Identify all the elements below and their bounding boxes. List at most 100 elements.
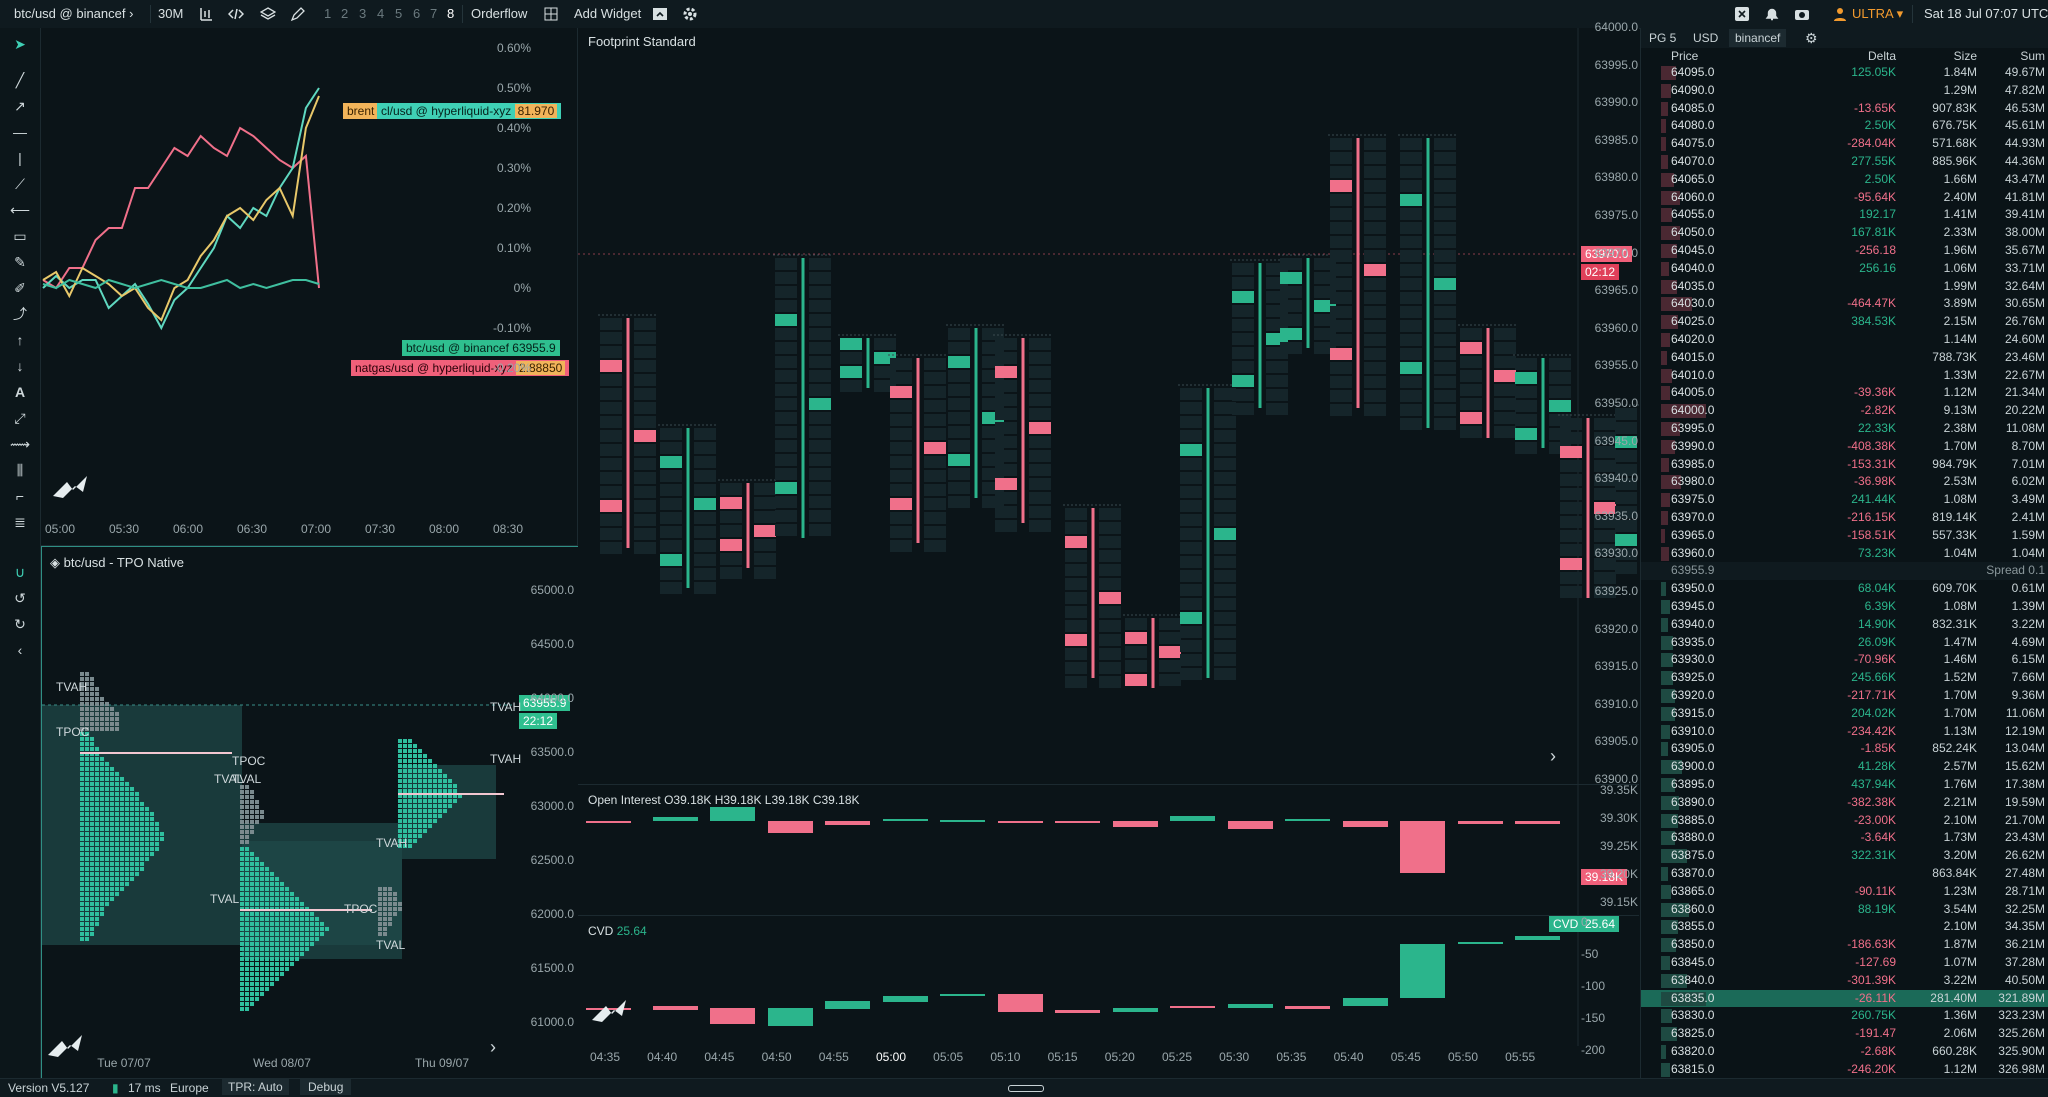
bell-icon[interactable] (1764, 6, 1780, 22)
path-icon[interactable]: ⤴ (10, 304, 30, 324)
collapse-left-icon[interactable]: ‹ (10, 640, 30, 660)
horizontal-line-icon[interactable]: — (10, 122, 30, 142)
ask-row[interactable]: 63970.0 -216.15K 819.14K 2.41M (1641, 509, 2048, 527)
volume-profile-icon[interactable]: ≣ (10, 512, 30, 532)
bid-row[interactable]: 63870.0 863.84K 27.48M (1641, 865, 2048, 883)
ask-row[interactable]: 63990.0 -408.38K 1.70M 8.70M (1641, 438, 2048, 456)
ask-row[interactable]: 63965.0 -158.51K 557.33K 1.59M (1641, 527, 2048, 545)
add-widget-button[interactable]: Add Widget (574, 0, 641, 28)
bid-row[interactable]: 63855.0 2.10M 34.35M (1641, 918, 2048, 936)
magnet-icon[interactable]: ∪ (10, 562, 30, 582)
step-icon[interactable]: ⌐ (10, 486, 30, 506)
collapse-icon[interactable] (652, 6, 668, 22)
range-icon[interactable]: ⫼ (10, 460, 30, 480)
tpo-chart[interactable]: ◈ btc/usd - TPO Native 63955.9 22:12 › 6… (41, 546, 579, 1080)
comparison-chart[interactable]: brent cl/usd @ hyperliquid-xyz 81.970 bt… (41, 28, 578, 546)
redo-icon[interactable]: ↻ (10, 614, 30, 634)
bid-row[interactable]: 63945.0 6.39K 1.08M 1.39M (1641, 598, 2048, 616)
bid-row[interactable]: 63860.0 88.19K 3.54M 32.25M (1641, 901, 2048, 919)
ask-row[interactable]: 64070.0 277.55K 885.96K 44.36M (1641, 153, 2048, 171)
gear-icon[interactable] (682, 6, 698, 22)
arrow-up-icon[interactable]: ↑ (10, 330, 30, 350)
text-icon[interactable]: A (10, 382, 30, 402)
horizontal-ray-icon[interactable]: ⟵ (10, 200, 30, 220)
brush-icon[interactable]: ✎ (10, 252, 30, 272)
debug-button[interactable]: Debug (300, 1079, 352, 1095)
ray-icon[interactable]: ↗ (10, 96, 30, 116)
bid-row[interactable]: 63890.0 -382.38K 2.21M 19.59M (1641, 794, 2048, 812)
ask-row[interactable]: 63985.0 -153.31K 984.79K 7.01M (1641, 456, 2048, 474)
arrow-down-icon[interactable]: ↓ (10, 356, 30, 376)
bid-row[interactable]: 63880.0 -3.64K 1.73M 23.43M (1641, 829, 2048, 847)
footprint-chart[interactable]: Footprint Standard 63970.0 02:12 › 64000… (578, 20, 1639, 786)
region-label[interactable]: Europe (170, 1081, 209, 1095)
pencil-icon[interactable] (290, 6, 306, 22)
bid-row[interactable]: 63820.0 -2.68K 660.28K 325.90M (1641, 1043, 2048, 1061)
scroll-right-icon[interactable]: › (490, 1037, 496, 1058)
layout-4[interactable]: 4 (377, 0, 384, 28)
extended-line-icon[interactable]: ⟋ (10, 174, 30, 194)
bid-row[interactable]: 63935.0 26.09K 1.47M 4.69M (1641, 634, 2048, 652)
layout-1[interactable]: 1 (324, 0, 331, 28)
ask-row[interactable]: 64095.0 125.05K 1.84M 49.67M (1641, 64, 2048, 82)
ask-row[interactable]: 63980.0 -36.98K 2.53M 6.02M (1641, 473, 2048, 491)
ask-row[interactable]: 64065.0 2.50K 1.66M 43.47M (1641, 171, 2048, 189)
highlighter-icon[interactable]: ✐ (10, 278, 30, 298)
bid-row[interactable]: 63830.0 260.75K 1.36M 323.23M (1641, 1007, 2048, 1025)
tab-pg5[interactable]: PG 5 (1649, 31, 1676, 45)
user-icon[interactable] (1832, 6, 1848, 22)
bid-row[interactable]: 63950.0 68.04K 609.70K 0.61M (1641, 580, 2048, 598)
bid-row[interactable]: 63895.0 437.94K 1.76M 17.38M (1641, 776, 2048, 794)
ask-row[interactable]: 64020.0 1.14M 24.60M (1641, 331, 2048, 349)
ask-row[interactable]: 64045.0 -256.18 1.96M 35.67M (1641, 242, 2048, 260)
candles-icon[interactable] (198, 6, 214, 22)
bid-row[interactable]: 63925.0 245.66K 1.52M 7.66M (1641, 669, 2048, 687)
bid-row[interactable]: 63815.0 -246.20K 1.12M 326.98M (1641, 1061, 2048, 1079)
close-box-icon[interactable] (1734, 6, 1750, 22)
layout-5[interactable]: 5 (395, 0, 402, 28)
tab-usd[interactable]: USD (1693, 31, 1718, 45)
cursor-icon[interactable]: ➤ (10, 34, 30, 54)
ask-row[interactable]: 64015.0 788.73K 23.46M (1641, 349, 2048, 367)
layers-icon[interactable] (259, 6, 277, 22)
bid-row[interactable]: 63910.0 -234.42K 1.13M 12.19M (1641, 723, 2048, 741)
bid-row[interactable]: 63930.0 -70.96K 1.46M 6.15M (1641, 651, 2048, 669)
grid-icon[interactable] (543, 6, 559, 22)
layout-3[interactable]: 3 (359, 0, 366, 28)
tab-binancef[interactable]: binancef (1729, 29, 1787, 47)
open-interest-panel[interactable]: Open Interest O39.18K H39.18K L39.18K C3… (578, 783, 1639, 916)
camera-icon[interactable] (1794, 6, 1810, 22)
bid-row[interactable]: 63865.0 -90.11K 1.23M 28.71M (1641, 883, 2048, 901)
bid-row[interactable]: 63900.0 41.28K 2.57M 15.62M (1641, 758, 2048, 776)
ask-row[interactable]: 64030.0 -464.47K 3.89M 30.65M (1641, 295, 2048, 313)
layout-7[interactable]: 7 (430, 0, 437, 28)
bid-row[interactable]: 63875.0 322.31K 3.20M 26.62M (1641, 847, 2048, 865)
bid-row[interactable]: 63825.0 -191.47 2.06M 325.26M (1641, 1025, 2048, 1043)
measure-icon[interactable]: ⤢ (10, 408, 30, 428)
tpr-button[interactable]: TPR: Auto (222, 1079, 289, 1095)
ask-row[interactable]: 64005.0 -39.36K 1.12M 21.34M (1641, 384, 2048, 402)
ask-row[interactable]: 64025.0 384.53K 2.15M 26.76M (1641, 313, 2048, 331)
ask-row[interactable]: 64010.0 1.33M 22.67M (1641, 367, 2048, 385)
orderflow-button[interactable]: Orderflow (471, 0, 527, 28)
tpo-profile-plot[interactable] (42, 547, 578, 1079)
undo-icon[interactable]: ↺ (10, 588, 30, 608)
oi-plot[interactable] (578, 785, 1639, 915)
cvd-panel[interactable]: CVD 25.64 CVD 25.64 0 -50 -100 -150 -200 04:3… (578, 915, 1639, 1078)
gear-icon[interactable]: ⚙ (1805, 30, 1818, 47)
symbol-selector[interactable]: btc/usd @ binancef › (14, 0, 133, 28)
ask-row[interactable]: 64090.0 1.29M 47.82M (1641, 82, 2048, 100)
code-icon[interactable] (227, 6, 245, 22)
ask-row[interactable]: 64085.0 -13.65K 907.83K 46.53M (1641, 100, 2048, 118)
bid-row[interactable]: 63845.0 -127.69 1.07M 37.28M (1641, 954, 2048, 972)
vertical-line-icon[interactable]: | (10, 148, 30, 168)
bid-row[interactable]: 63940.0 14.90K 832.31K 3.22M (1641, 616, 2048, 634)
bid-row[interactable]: 63885.0 -23.00K 2.10M 21.70M (1641, 812, 2048, 830)
layout-6[interactable]: 6 (413, 0, 420, 28)
fib-icon[interactable]: ⟿ (10, 434, 30, 454)
rectangle-icon[interactable]: ▭ (10, 226, 30, 246)
bid-row[interactable]: 63850.0 -186.63K 1.87M 36.21M (1641, 936, 2048, 954)
timeframe-selector[interactable]: 30M (158, 0, 183, 28)
ask-row[interactable]: 64000.0 -2.82K 9.13M 20.22M (1641, 402, 2048, 420)
ask-row[interactable]: 64050.0 167.81K 2.33M 38.00M (1641, 224, 2048, 242)
